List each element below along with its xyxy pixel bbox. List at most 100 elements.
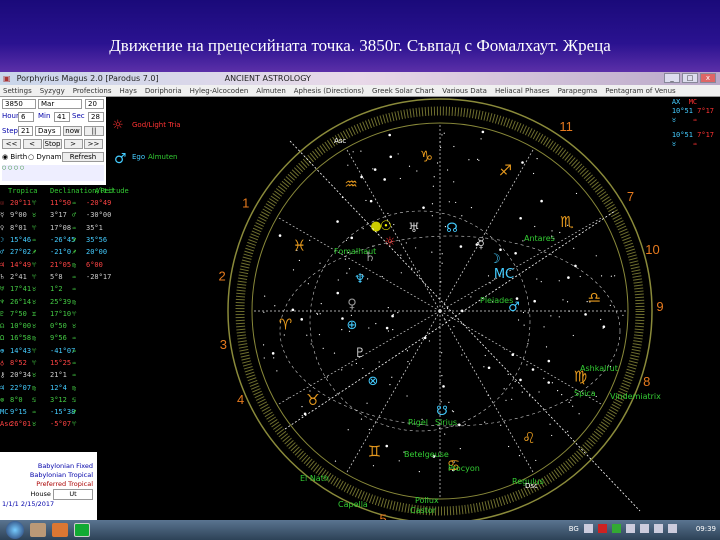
hour-field[interactable]: 6 xyxy=(18,112,34,122)
tray-icon[interactable] xyxy=(597,524,607,533)
menu-item[interactable]: Greek Solar Chart xyxy=(372,87,434,95)
table-cell: ♉ xyxy=(32,322,37,331)
house-select[interactable]: Ut xyxy=(53,489,93,500)
star-dot xyxy=(452,411,455,413)
menu-item[interactable]: Syzygy xyxy=(40,87,65,95)
planet-glyph-icon: Ω xyxy=(0,334,5,343)
menu-item[interactable]: Hays xyxy=(120,87,137,95)
zodiac-sign-icon: ♓ xyxy=(293,236,306,254)
radio-birth[interactable]: ◉ Birth xyxy=(2,153,27,161)
start-button[interactable] xyxy=(6,521,24,539)
planet-glyph-icon: ♇ xyxy=(354,346,366,361)
firefox-taskbar-icon[interactable] xyxy=(52,523,68,537)
network-icon[interactable] xyxy=(667,524,677,533)
maximize-button[interactable]: □ xyxy=(682,73,698,83)
star-dot xyxy=(375,323,377,325)
zodiac-sign-icon: ♎ xyxy=(588,288,601,306)
star-dot xyxy=(527,312,529,314)
step-unit-select[interactable]: Days xyxy=(35,126,61,136)
menu-item[interactable]: Profections xyxy=(73,87,112,95)
fixed-star-label: Pollux xyxy=(415,496,439,505)
house-number: 11 xyxy=(559,119,573,134)
menu-item[interactable]: Aphesis (Directions) xyxy=(294,87,364,95)
tray-icon[interactable] xyxy=(639,524,649,533)
step-field[interactable]: 21 xyxy=(18,126,33,136)
menu-item[interactable]: Settings xyxy=(3,87,32,95)
refresh-button[interactable]: Refresh xyxy=(62,152,104,162)
planet-glyph-icon: ♇ xyxy=(0,309,5,318)
nav-button[interactable]: >> xyxy=(84,139,103,149)
star-dot xyxy=(373,168,377,171)
extra-button[interactable]: || xyxy=(84,126,104,136)
table-cell: 21°1 xyxy=(50,371,67,380)
option-preferred-tropical[interactable]: Preferred Tropical xyxy=(0,480,93,489)
zodiac-sign-icon: ♑ xyxy=(420,148,433,166)
star-dot xyxy=(320,303,322,305)
star-dot xyxy=(365,199,367,202)
clock[interactable]: 09:39 xyxy=(696,525,716,533)
now-button[interactable]: now xyxy=(63,126,82,136)
star-dot xyxy=(443,132,445,134)
star-dot xyxy=(388,133,391,137)
planet-glyph-icon: ⊗ xyxy=(368,374,379,389)
nav-button[interactable]: Stop xyxy=(43,139,62,149)
tray-icon[interactable] xyxy=(583,524,593,533)
star-dot xyxy=(372,168,374,170)
menu-item[interactable]: Doriphoria xyxy=(145,87,182,95)
star-dot xyxy=(319,262,321,264)
option-babylonian-fixed[interactable]: Babylonian Fixed xyxy=(0,462,93,471)
sec-field[interactable]: 28 xyxy=(88,112,104,122)
day-field[interactable]: 20 xyxy=(85,99,104,109)
fixed-star-label: El Nath xyxy=(300,474,329,483)
table-cell: 1°2 xyxy=(50,285,63,294)
tray-icon[interactable] xyxy=(611,524,621,533)
star-dot xyxy=(579,275,581,278)
volume-icon[interactable] xyxy=(653,524,663,533)
menu-item[interactable]: Various Data xyxy=(442,87,487,95)
star-dot xyxy=(341,317,344,320)
star-dot xyxy=(519,378,522,382)
nav-button[interactable]: < xyxy=(22,139,42,149)
explorer-taskbar-icon[interactable] xyxy=(30,523,46,537)
language-indicator[interactable]: BG xyxy=(569,525,579,533)
year-field[interactable]: 3850 xyxy=(2,99,36,109)
month-select[interactable]: Mar xyxy=(38,99,82,109)
mc-value: 7°17 xyxy=(697,107,714,115)
star-dot xyxy=(360,150,362,152)
menu-item[interactable]: Pentagram of Venus xyxy=(605,87,675,95)
star-dot xyxy=(368,428,370,431)
table-cell: ♋ xyxy=(32,395,37,404)
nav-button[interactable]: > xyxy=(63,139,83,149)
asc-value: 10°51 xyxy=(671,107,693,115)
star-dot xyxy=(468,159,470,161)
app-taskbar-icon[interactable] xyxy=(74,523,90,537)
min-field[interactable]: 41 xyxy=(54,112,70,122)
close-button[interactable]: x xyxy=(700,73,716,83)
star-dot xyxy=(408,165,411,167)
star-dot xyxy=(407,360,409,363)
tray-icon[interactable] xyxy=(625,524,635,533)
table-cell: 7°50 xyxy=(10,309,27,318)
options-group[interactable]: ○ ○ ○ ○ xyxy=(2,165,104,181)
star-dot xyxy=(350,314,353,317)
astrological-chart[interactable]: 123456789101112♒♑♐♏♎♍♌♋♊♉♈♓FomalhautAnta… xyxy=(106,97,720,520)
option-babylonian-tropical[interactable]: Babylonian Tropical xyxy=(0,471,93,480)
table-cell: -26°45 xyxy=(50,236,76,245)
minimize-button[interactable]: _ xyxy=(664,73,680,83)
star-dot xyxy=(517,319,520,321)
star-dot xyxy=(547,381,551,384)
star-dot xyxy=(533,299,536,303)
status-footer: 1/1/1 2/15/2017 xyxy=(2,500,55,508)
planet-glyph-icon: ♅ xyxy=(0,285,5,294)
planet-glyph-icon: ♂ xyxy=(0,248,5,257)
menu-item[interactable]: Parapegma xyxy=(558,87,598,95)
house-label: House xyxy=(30,490,51,498)
menu-item[interactable]: Heliacal Phases xyxy=(495,87,550,95)
nav-button[interactable]: << xyxy=(2,139,21,149)
planet-glyph-icon: ☽ xyxy=(0,236,5,245)
menu-item[interactable]: Hyleg-Alcocoden xyxy=(190,87,249,95)
star-dot xyxy=(431,203,434,205)
star-dot xyxy=(422,206,425,209)
star-dot xyxy=(521,391,523,393)
menu-item[interactable]: Almuten xyxy=(256,87,285,95)
